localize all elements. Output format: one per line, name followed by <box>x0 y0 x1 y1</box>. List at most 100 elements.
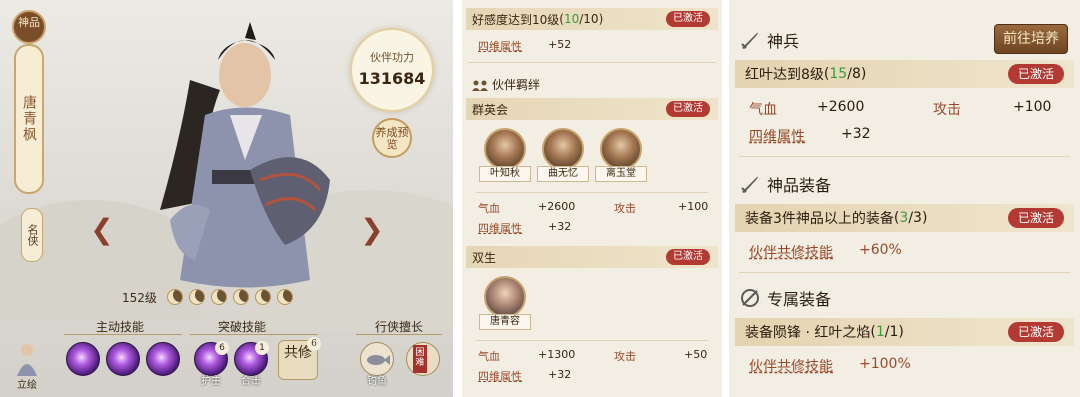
portrait-button[interactable] <box>12 340 42 376</box>
next-hero-arrow-icon[interactable]: ❯ <box>356 216 388 244</box>
star-moon-icon <box>276 289 293 305</box>
atk-value: +100 <box>678 200 709 213</box>
attr-label: 四维属性 <box>478 222 522 235</box>
bond-group-name: 双生 <box>472 250 497 265</box>
affinity-condition: 好感度达到10级 <box>472 12 560 27</box>
bond-group-row: 双生 已激活 <box>466 246 718 268</box>
exclusive-section-title: 专属装备 <box>739 286 831 310</box>
hp-value: +1300 <box>538 348 576 361</box>
attr-label: 四维属性 <box>478 370 522 383</box>
skill-orb[interactable] <box>66 342 100 376</box>
attr-label: 四维属性 <box>749 129 805 145</box>
growth-preview-button[interactable]: 养成预览 <box>372 118 412 158</box>
weapon-condition-row: 红叶达到8级(15/8) 已激活 <box>735 60 1074 88</box>
star-moon-icon <box>254 289 271 305</box>
hero-avatar[interactable] <box>600 128 642 170</box>
co-cultivate-count: 6 <box>307 337 321 351</box>
go-train-button[interactable]: 前往培养 <box>994 24 1068 54</box>
bond-panel: 好感度达到10级(10/10) 已激活 四维属性 +52 伙伴羁绊 群英会 已激… <box>462 0 722 397</box>
gear-condition-row: 装备3件神品以上的装备(3/3) 已激活 <box>735 204 1074 232</box>
co-cultivate-button[interactable]: 共修 6 <box>278 337 321 380</box>
fishing-label: 钓鱼 <box>367 376 387 387</box>
hero-avatar[interactable] <box>542 128 584 170</box>
hero-name-banner: 唐青枫 <box>14 44 44 194</box>
partners-icon <box>472 80 488 91</box>
skill-orb[interactable] <box>106 342 140 376</box>
skill-orb-guard[interactable]: 6 <box>194 341 229 376</box>
hero-level: 152级 <box>122 290 157 305</box>
co-cultivate-skill-value: +100% <box>859 356 911 372</box>
hero-name: 曲无忆 <box>537 166 589 182</box>
hero-name: 叶知秋 <box>479 166 531 182</box>
fishing-button[interactable] <box>360 342 394 376</box>
portrait-icon <box>17 344 37 376</box>
divider <box>468 62 716 63</box>
exclusive-condition-row: 装备陨锋 · 红叶之焰(1/1) 已激活 <box>735 318 1074 346</box>
sword-icon <box>741 32 758 49</box>
power-label: 伙伴功力 <box>370 51 414 64</box>
exclusive-gear-icon <box>741 289 759 307</box>
bond-group-name: 群英会 <box>472 102 509 117</box>
status-badge: 已激活 <box>666 11 710 27</box>
hero-showcase-panel: 神品 唐青枫 名侠 伙伴功力 131684 养成预览 ❮ ❯ 152级 主动技能… <box>0 0 453 397</box>
exclusive-title: 专属装备 <box>767 290 832 309</box>
exclusive-progress: 1 <box>875 324 885 340</box>
atk-label: 攻击 <box>933 102 961 118</box>
atk-value: +100 <box>1013 99 1052 115</box>
special-skill-label: 行侠擅长 <box>375 320 424 334</box>
difficulty-tag: 困难 <box>413 345 427 373</box>
hp-label: 气血 <box>749 102 777 118</box>
co-cultivate-skill-label: 伙伴共修技能 <box>749 359 833 375</box>
divider <box>356 334 442 335</box>
hero-avatar[interactable] <box>484 276 526 318</box>
equipment-panel: 神兵 前往培养 红叶达到8级(15/8) 已激活 气血 +2600 攻击 +10… <box>729 0 1080 397</box>
hero-avatar[interactable] <box>484 128 526 170</box>
level-row: 152级 <box>122 288 293 306</box>
power-value: 131684 <box>358 69 426 88</box>
weapon-condition: 红叶达到8级 <box>745 67 824 83</box>
partner-power-badge: 伙伴功力 131684 <box>350 28 434 112</box>
status-badge: 已激活 <box>1007 322 1064 342</box>
exclusive-total: 1 <box>889 324 899 340</box>
exclusive-condition: 装备陨锋 · 红叶之焰 <box>745 325 871 341</box>
weapon-progress: 15 <box>829 66 848 82</box>
portrait-label: 立绘 <box>17 380 37 391</box>
challenge-button[interactable]: 困难 <box>406 342 440 376</box>
hero-figure <box>160 22 330 288</box>
weapon-title: 神兵 <box>767 32 800 51</box>
co-cultivate-skill-label: 伙伴共修技能 <box>749 245 833 261</box>
gear-title: 神品装备 <box>767 176 832 195</box>
co-cultivate-skill-value: +60% <box>859 242 902 258</box>
divider <box>64 334 182 335</box>
attr-value: +52 <box>548 38 572 51</box>
affinity-total: 10 <box>583 12 599 26</box>
star-moon-icon <box>232 289 249 305</box>
rank-seal: 神品 <box>12 10 46 44</box>
bond-group-row: 群英会 已激活 <box>466 98 718 120</box>
star-moon-icon <box>210 289 227 305</box>
atk-value: +50 <box>684 348 708 361</box>
status-badge: 已激活 <box>666 249 710 265</box>
gear-total: 3 <box>913 210 922 226</box>
hp-label: 气血 <box>478 202 500 215</box>
star-moon-icon <box>188 289 205 305</box>
skill-orb-combo[interactable]: 1 <box>234 341 269 376</box>
attr-value: +32 <box>548 220 572 233</box>
divider <box>190 334 318 335</box>
attr-label: 四维属性 <box>478 40 522 53</box>
prev-hero-arrow-icon[interactable]: ❮ <box>86 216 118 244</box>
bond-section-title: 伙伴羁绊 <box>472 76 540 93</box>
gear-progress: 3 <box>899 210 909 226</box>
atk-label: 攻击 <box>614 202 636 215</box>
active-skill-label: 主动技能 <box>96 320 145 334</box>
break-skill-label: 突破技能 <box>218 320 267 334</box>
skill-count: 6 <box>215 341 229 355</box>
skill-label: 护主 <box>201 376 221 387</box>
skill-orb[interactable] <box>146 342 180 376</box>
atk-label: 攻击 <box>614 350 636 363</box>
hp-label: 气血 <box>478 350 500 363</box>
status-badge: 已激活 <box>1007 64 1064 84</box>
hero-name: 离玉堂 <box>595 166 647 182</box>
bond-title: 伙伴羁绊 <box>492 78 541 92</box>
divider <box>476 192 708 193</box>
